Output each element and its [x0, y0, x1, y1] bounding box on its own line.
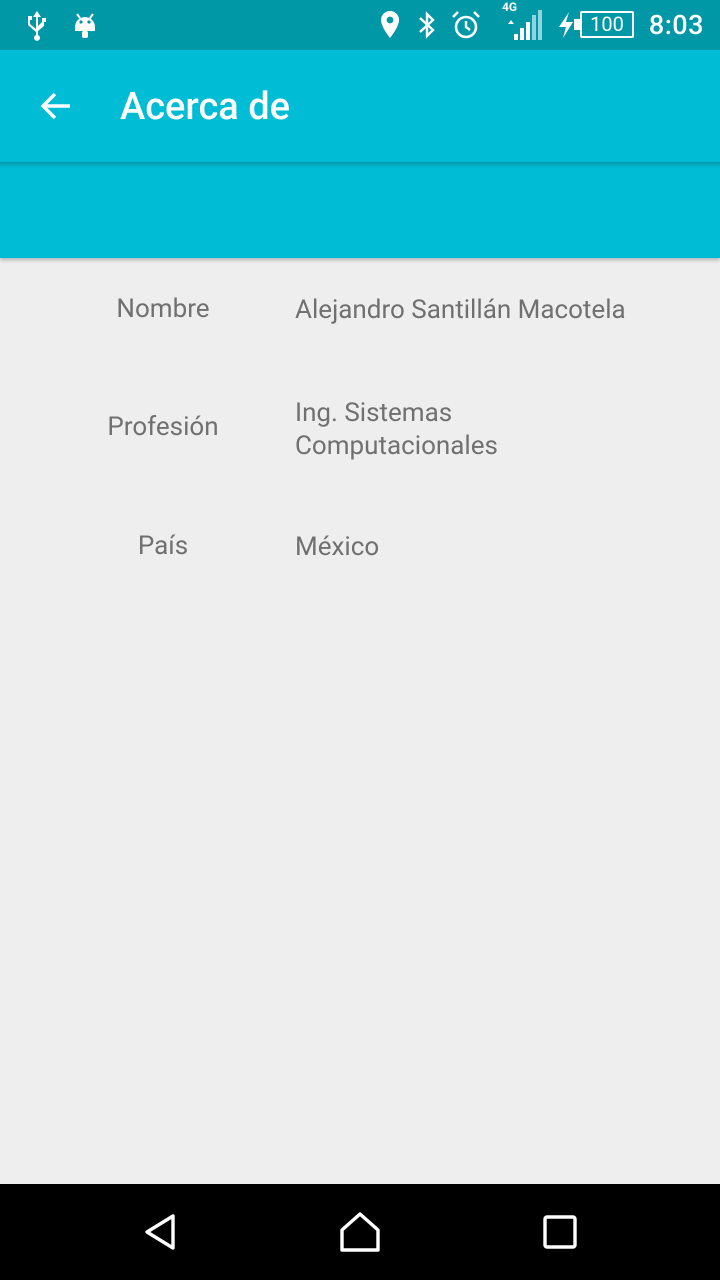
charging-icon	[556, 0, 576, 50]
toolbar-shadow	[0, 162, 720, 168]
home-icon	[340, 1212, 380, 1252]
info-value: México	[295, 532, 380, 562]
status-clock: 8:03	[648, 9, 704, 41]
back-button[interactable]	[24, 78, 88, 134]
info-value-line: Ing. Sistemas	[295, 398, 453, 428]
alarm-icon	[449, 0, 483, 50]
recents-icon	[543, 1215, 577, 1249]
toolbar-extension	[0, 162, 720, 258]
usb-icon	[22, 0, 52, 50]
info-value: Ing. Sistemas Computacionales	[295, 397, 695, 463]
nav-back-button[interactable]	[110, 1184, 210, 1280]
nav-recents-button[interactable]	[510, 1184, 610, 1280]
status-bar: 4G 100 8:03	[0, 0, 720, 50]
info-value-line: Computacionales	[295, 431, 498, 461]
bluetooth-icon	[414, 0, 440, 50]
info-label: Profesión	[107, 412, 219, 442]
about-content: Nombre Alejandro Santillán Macotela Prof…	[0, 258, 720, 1184]
battery-icon: 100	[580, 11, 634, 38]
page-title: Acerca de	[120, 85, 290, 129]
info-value: Alejandro Santillán Macotela	[295, 295, 626, 325]
app-toolbar: Acerca de	[0, 50, 720, 162]
navigation-bar	[0, 1184, 720, 1280]
info-label: Nombre	[116, 294, 210, 324]
nav-home-button[interactable]	[310, 1184, 410, 1280]
android-icon	[70, 0, 100, 50]
info-label: País	[137, 531, 189, 561]
back-triangle-icon	[145, 1214, 175, 1250]
location-icon	[376, 0, 404, 50]
signal-icon	[500, 0, 544, 50]
arrow-back-icon	[40, 92, 70, 120]
